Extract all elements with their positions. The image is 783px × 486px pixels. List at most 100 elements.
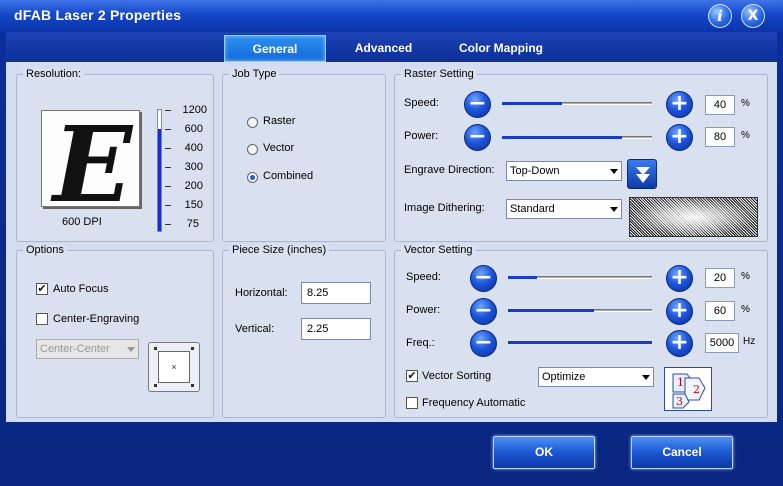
vector-power-increase-button[interactable]: + <box>666 298 693 325</box>
resolution-slider-fill <box>158 129 161 231</box>
vector-power-slider[interactable] <box>508 309 652 312</box>
chevron-down-icon <box>610 207 618 212</box>
tab-bar: General Advanced Color Mapping <box>6 32 777 62</box>
options-group: Options <box>16 244 214 418</box>
raster-speed-decrease-button[interactable]: − <box>464 91 491 118</box>
info-icon[interactable]: i <box>708 4 732 28</box>
vector-speed-unit: % <box>741 271 750 282</box>
vector-freq-slider[interactable] <box>508 341 652 344</box>
vector-speed-field[interactable]: 20 <box>705 268 735 288</box>
vector-freq-decrease-button[interactable]: − <box>470 330 497 357</box>
center-position-button[interactable]: × <box>148 342 200 392</box>
raster-speed-slider[interactable] <box>502 102 652 105</box>
vector-speed-slider[interactable] <box>508 276 652 279</box>
sort-digit-3: 3 <box>676 395 683 408</box>
vector-sorting-value: Optimize <box>542 371 586 383</box>
piece-size-label: Piece Size (inches) <box>229 244 330 256</box>
vertical-label: Vertical: <box>235 323 275 335</box>
res-value-300: 300 <box>184 161 203 173</box>
window-title: dFAB Laser 2 Properties <box>14 7 182 23</box>
resolution-preview: E <box>41 103 140 226</box>
vector-sorting-icon[interactable]: 1 2 3 <box>664 367 712 411</box>
vector-speed-label: Speed: <box>406 271 441 283</box>
vector-freq-fill <box>508 341 652 344</box>
resolution-group: Resolution: E 600 DPI 1200 600 400 300 2… <box>16 68 214 242</box>
center-engraving-checkbox[interactable] <box>36 313 48 325</box>
radio-raster[interactable] <box>247 117 258 128</box>
vector-freq-increase-button[interactable]: + <box>666 330 693 357</box>
vector-sorting-select[interactable]: Optimize <box>538 367 654 387</box>
horizontal-input[interactable]: 8.25 <box>301 282 371 304</box>
vector-power-field[interactable]: 60 <box>705 301 735 321</box>
title-bar: dFAB Laser 2 Properties i X <box>0 0 783 32</box>
vector-freq-unit: Hz <box>743 336 756 347</box>
center-mode-value: Center-Center <box>40 343 110 355</box>
vector-sorting-label[interactable]: Vector Sorting <box>422 370 491 382</box>
frequency-automatic-label[interactable]: Frequency Automatic <box>422 397 525 409</box>
center-mode-select[interactable]: Center-Center <box>36 339 139 359</box>
tab-color-mapping[interactable]: Color Mapping <box>436 35 566 62</box>
radio-combined[interactable] <box>247 172 258 183</box>
cancel-button[interactable]: Cancel <box>631 436 733 469</box>
chevron-down-icon <box>642 375 650 380</box>
engrave-direction-value: Top-Down <box>510 165 560 177</box>
raster-speed-field[interactable]: 40 <box>705 95 735 115</box>
center-mark-icon: × <box>158 351 190 383</box>
vector-sorting-checkbox[interactable]: ✔ <box>406 370 418 382</box>
dithering-preview <box>629 197 758 237</box>
handle-top-right <box>191 347 194 350</box>
ok-button[interactable]: OK <box>493 436 595 469</box>
raster-power-field[interactable]: 80 <box>705 127 735 147</box>
raster-power-decrease-button[interactable]: − <box>464 124 491 151</box>
raster-power-increase-button[interactable]: + <box>666 124 693 151</box>
preview-letter: E <box>52 103 132 226</box>
raster-speed-label: Speed: <box>404 97 439 109</box>
frequency-automatic-checkbox[interactable] <box>406 397 418 409</box>
vertical-input[interactable]: 2.25 <box>301 318 371 340</box>
sorting-order-icon: 1 2 3 <box>672 373 706 409</box>
radio-combined-label[interactable]: Combined <box>263 170 313 182</box>
chevron-down-icon <box>127 347 135 352</box>
vector-freq-field[interactable]: 5000 <box>705 333 739 353</box>
vector-freq-label: Freq.: <box>406 337 435 349</box>
job-type-group: Job Type Raster Vector Combined <box>222 68 386 242</box>
vector-setting-label: Vector Setting <box>401 244 476 256</box>
sort-digit-2: 2 <box>693 383 700 396</box>
raster-speed-unit: % <box>741 98 750 109</box>
image-dithering-select[interactable]: Standard <box>506 199 622 219</box>
current-dpi: 600 DPI <box>62 216 102 228</box>
engrave-direction-label: Engrave Direction: <box>404 164 495 176</box>
vector-power-fill <box>508 309 595 312</box>
resolution-slider[interactable] <box>157 109 162 232</box>
vector-power-decrease-button[interactable]: − <box>470 298 497 325</box>
job-type-label: Job Type <box>229 68 280 80</box>
engrave-direction-button[interactable] <box>627 159 657 189</box>
auto-focus-checkbox[interactable]: ✔ <box>36 283 48 295</box>
center-engraving-label[interactable]: Center-Engraving <box>53 313 139 325</box>
tab-general[interactable]: General <box>224 35 326 62</box>
res-value-1200: 1200 <box>182 104 207 116</box>
vector-speed-decrease-button[interactable]: − <box>470 265 497 292</box>
res-value-75: 75 <box>186 218 199 230</box>
options-label: Options <box>23 244 67 256</box>
res-value-400: 400 <box>184 142 203 154</box>
arrow-down-icon <box>636 167 650 183</box>
close-icon[interactable]: X <box>741 4 765 28</box>
properties-window: dFAB Laser 2 Properties i X General Adva… <box>0 0 783 486</box>
handle-bottom-left <box>154 384 157 387</box>
raster-power-fill <box>502 136 622 139</box>
auto-focus-label[interactable]: Auto Focus <box>53 283 109 295</box>
engrave-direction-select[interactable]: Top-Down <box>506 161 622 181</box>
raster-speed-fill <box>502 102 562 105</box>
radio-vector-label[interactable]: Vector <box>263 142 294 154</box>
image-dithering-label: Image Dithering: <box>404 202 485 214</box>
radio-raster-label[interactable]: Raster <box>263 115 295 127</box>
radio-vector[interactable] <box>247 144 258 155</box>
raster-speed-increase-button[interactable]: + <box>666 91 693 118</box>
res-value-600: 600 <box>184 123 203 135</box>
raster-power-slider[interactable] <box>502 136 652 139</box>
vector-speed-increase-button[interactable]: + <box>666 265 693 292</box>
general-panel: Resolution: E 600 DPI 1200 600 400 300 2… <box>6 62 777 422</box>
chevron-down-icon <box>610 169 618 174</box>
tab-advanced[interactable]: Advanced <box>336 35 431 62</box>
